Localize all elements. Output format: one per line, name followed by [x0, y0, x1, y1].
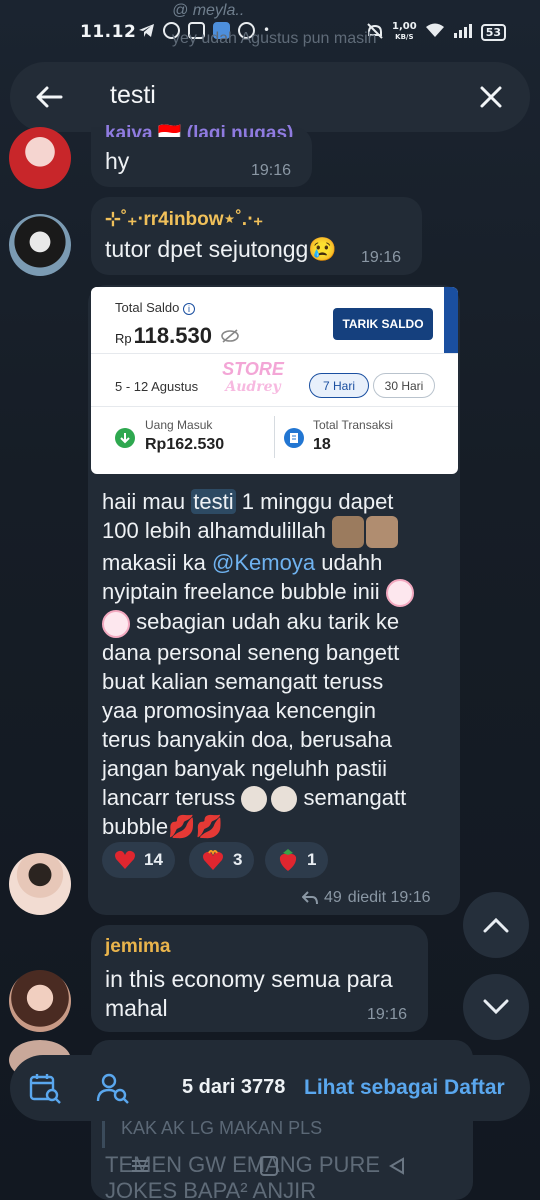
recent-apps-nav-icon[interactable] [130, 1158, 150, 1174]
heart-icon [115, 850, 135, 869]
sticker-emoji [365, 516, 398, 549]
edited-time: diedit 19:16 [347, 889, 431, 906]
partial-message-line: JOKES BAPA² ANJIR [105, 1178, 317, 1200]
user-search-icon [96, 1073, 129, 1104]
message-text: in this economy semua para [105, 966, 393, 992]
message-time: 19:16 [251, 162, 292, 179]
saldo-screenshot-image[interactable]: Total Saldo i Rp 118.530 TARIK SALDO 5 -… [91, 287, 458, 474]
network-speed: 1,00 KB/S [392, 21, 417, 42]
receipt-icon [284, 428, 304, 448]
user-search-button[interactable] [96, 1071, 130, 1110]
scroll-up-button[interactable] [463, 892, 529, 958]
share-icon [302, 891, 318, 905]
calendar-search-button[interactable] [28, 1071, 62, 1110]
strawberry-icon [279, 849, 297, 871]
calendar-search-icon [29, 1074, 61, 1104]
close-icon [480, 86, 502, 108]
message-sender[interactable]: kaiva 🇮🇩 (lagi nugas) [105, 121, 293, 137]
bunny-emoji [102, 609, 130, 638]
chevron-up-icon [483, 917, 509, 933]
clear-search-button[interactable] [470, 76, 512, 118]
uang-masuk-value: Rp162.530 [145, 436, 225, 453]
chip-30-hari: 30 Hari [373, 373, 435, 398]
signal-icon [453, 23, 473, 41]
forward-count: 49 [324, 889, 342, 906]
search-results-bar: 5 dari 3778 Lihat sebagai Daftar [10, 1055, 530, 1121]
search-input[interactable]: testi [110, 81, 156, 110]
message-footer: 49 diedit 19:16 [302, 889, 431, 907]
wifi-icon [425, 23, 445, 41]
message-bubble[interactable]: ⊹˚₊‧rr4inbow⋆˚.‧₊ tutor dpet sejutongg😢 … [91, 197, 422, 275]
reaction-heart-on-fire[interactable]: 3 [189, 842, 255, 878]
tarik-saldo-button: TARIK SALDO [333, 308, 433, 340]
store-watermark: STORE Audrey [222, 359, 284, 395]
sticker-emoji [331, 516, 364, 549]
avatar-jemima[interactable] [9, 970, 71, 1032]
main-message-text: haii mau testi 1 minggu dapet 100 lebih … [102, 487, 452, 841]
view-as-list-link[interactable]: Lihat sebagai Daftar [304, 1076, 505, 1100]
message-text: hy [105, 148, 130, 174]
message-bubble[interactable]: kaiva 🇮🇩 (lagi nugas) hy 19:16 [91, 123, 312, 187]
arrow-left-icon [36, 86, 63, 108]
eye-off-icon [220, 329, 240, 348]
search-result-count: 5 dari 3778 [182, 1076, 286, 1098]
couple-emoji [271, 785, 298, 812]
date-range: 5 - 12 Agustus [115, 379, 199, 394]
message-time: 19:16 [361, 249, 402, 266]
reaction-strawberry[interactable]: 1 [265, 842, 329, 878]
message-bubble[interactable]: jemima in this economy semua para mahal … [91, 925, 428, 1032]
uang-masuk-label: Uang Masuk [145, 418, 213, 432]
couple-emoji [241, 785, 268, 812]
heart-on-fire-icon [203, 850, 223, 870]
arrow-down-icon [115, 428, 135, 448]
message-sender[interactable]: ⊹˚₊‧rr4inbow⋆˚.‧₊ [105, 208, 263, 231]
total-saldo-label: Total Saldo [115, 300, 180, 315]
avatar-rainbow[interactable] [9, 214, 71, 276]
search-highlight: testi [191, 489, 236, 514]
message-text: tutor dpet sejutongg😢 [105, 236, 337, 262]
info-icon: i [182, 303, 195, 315]
message-text: mahal [105, 995, 168, 1021]
total-transaksi-value: 18 [313, 436, 331, 453]
battery-indicator: 53 [480, 23, 506, 41]
saldo-currency: Rp [115, 331, 132, 346]
back-nav-icon[interactable] [388, 1157, 406, 1179]
status-time: 11.12 [80, 22, 137, 42]
reaction-heart[interactable]: 14 [102, 842, 175, 878]
chevron-down-icon [483, 999, 509, 1015]
chip-7-hari: 7 Hari [309, 373, 369, 398]
avatar-kaiva[interactable] [9, 127, 71, 189]
home-nav-icon[interactable] [260, 1156, 278, 1176]
avatar-sender-main[interactable] [9, 853, 71, 915]
background-message-name: @ meyla.. [172, 2, 245, 19]
mention-link[interactable]: @Kemoya [212, 550, 315, 575]
telegram-icon [138, 22, 155, 39]
bunny-emoji [385, 579, 414, 608]
back-button[interactable] [18, 62, 80, 132]
background-message-text: yey udah Agustus pun masih [172, 30, 377, 47]
message-time: 19:16 [367, 1006, 408, 1023]
scroll-down-button[interactable] [463, 974, 529, 1040]
total-transaksi-label: Total Transaksi [313, 418, 394, 432]
saldo-amount: 118.530 [133, 323, 212, 348]
message-sender[interactable]: jemima [105, 936, 170, 958]
quoted-reply: KAK AK LG MAKAN PLS [102, 1118, 458, 1148]
